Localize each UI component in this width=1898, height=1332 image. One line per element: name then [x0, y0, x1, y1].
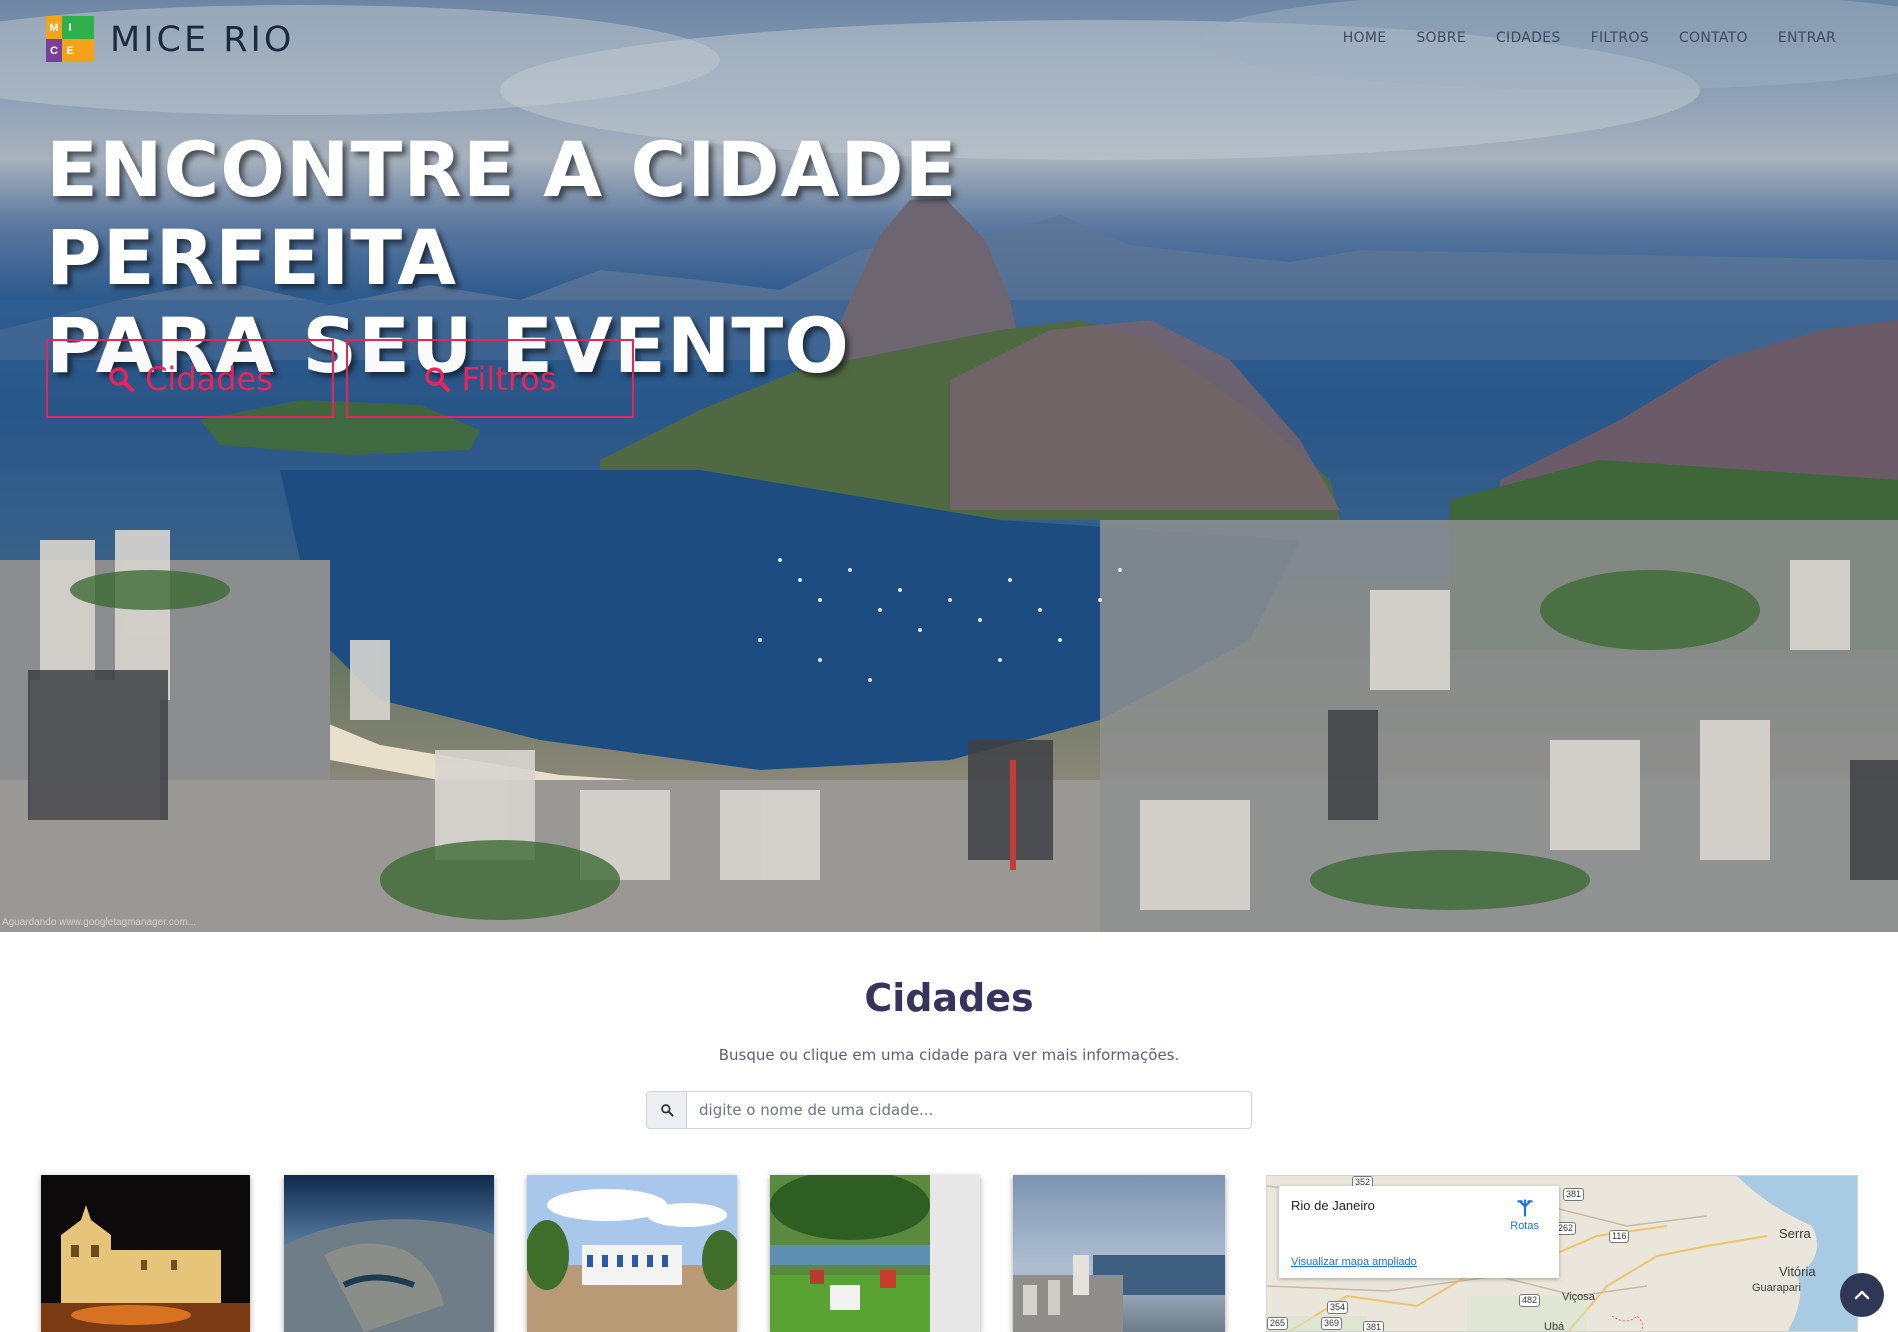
search-addon	[647, 1092, 687, 1128]
directions-label: Rotas	[1510, 1220, 1539, 1232]
status-caption: Aguardando www.googletagmanager.com...	[2, 917, 197, 928]
city-card[interactable]	[284, 1175, 494, 1332]
logo-cell	[78, 16, 94, 39]
road-shield: 381	[1563, 1188, 1585, 1201]
logo-letter-e: E	[62, 39, 78, 62]
city-card[interactable]	[41, 1175, 250, 1332]
map-label-serra: Serra	[1779, 1226, 1811, 1241]
brand-logo[interactable]: M I C E	[46, 16, 94, 62]
city-search-input[interactable]	[687, 1092, 1251, 1128]
enlarge-map-link[interactable]: Visualizar mapa ampliado	[1291, 1256, 1417, 1268]
hero-section: M I C E MICE RIO HOME SOBRE CIDADES FILT…	[0, 0, 1898, 932]
nav-contato[interactable]: CONTATO	[1679, 30, 1748, 46]
road-shield: 381	[1363, 1321, 1385, 1331]
city-image	[527, 1175, 737, 1332]
city-card[interactable]	[1013, 1175, 1225, 1332]
city-image	[1013, 1175, 1225, 1332]
city-image	[770, 1175, 980, 1332]
map-label-vicosa: Viçosa	[1562, 1291, 1595, 1303]
google-map[interactable]: 352 381 262 116 482 354 369 381 265 Serr…	[1266, 1175, 1858, 1332]
navbar: M I C E MICE RIO HOME SOBRE CIDADES FILT…	[0, 0, 1898, 80]
logo-letter-c: C	[46, 39, 62, 62]
cidades-button[interactable]: Cidades	[46, 339, 334, 418]
city-search	[646, 1091, 1252, 1129]
search-icon	[425, 366, 451, 392]
road-shield: 369	[1321, 1317, 1343, 1330]
road-shield: 265	[1267, 1317, 1289, 1330]
nav-menu: HOME SOBRE CIDADES FILTROS CONTATO ENTRA…	[1343, 30, 1836, 46]
map-label-guarapari: Guarapari	[1752, 1282, 1801, 1294]
nav-home[interactable]: HOME	[1343, 30, 1387, 46]
road-shield: 482	[1519, 1294, 1541, 1307]
road-shield: 116	[1609, 1230, 1630, 1243]
hero-title-line-1: ENCONTRE A CIDADE PERFEITA	[46, 125, 958, 302]
city-image	[284, 1175, 494, 1332]
logo-letter-i: I	[62, 16, 78, 39]
logo-cell	[78, 39, 94, 62]
map-info-window: Rio de Janeiro Rotas Visualizar mapa amp…	[1279, 1186, 1559, 1278]
chevron-up-icon	[1854, 1290, 1870, 1300]
filtros-button-label: Filtros	[461, 359, 557, 398]
directions-button[interactable]: Rotas	[1510, 1198, 1539, 1232]
search-icon	[109, 366, 135, 392]
scroll-to-top-button[interactable]	[1840, 1273, 1884, 1317]
map-label-uba: Ubá	[1544, 1321, 1565, 1332]
nav-filtros[interactable]: FILTROS	[1591, 30, 1649, 46]
logo-letter-m: M	[46, 16, 62, 39]
city-image	[41, 1175, 250, 1332]
directions-icon	[1516, 1199, 1533, 1217]
map-place-name: Rio de Janeiro	[1291, 1198, 1375, 1213]
section-title: Cidades	[864, 976, 1034, 1020]
road-shield: 354	[1327, 1301, 1349, 1314]
search-icon	[660, 1104, 674, 1117]
brand-name[interactable]: MICE RIO	[110, 20, 294, 60]
city-card[interactable]	[770, 1175, 980, 1332]
city-card[interactable]	[527, 1175, 737, 1332]
nav-entrar[interactable]: ENTRAR	[1778, 30, 1836, 46]
nav-sobre[interactable]: SOBRE	[1416, 30, 1466, 46]
cidades-button-label: Cidades	[145, 359, 273, 398]
section-subtitle: Busque ou clique em uma cidade para ver …	[718, 1046, 1180, 1064]
filtros-button[interactable]: Filtros	[346, 339, 634, 418]
nav-cidades[interactable]: CIDADES	[1496, 30, 1561, 46]
map-label-vitoria: Vitória	[1779, 1264, 1816, 1279]
